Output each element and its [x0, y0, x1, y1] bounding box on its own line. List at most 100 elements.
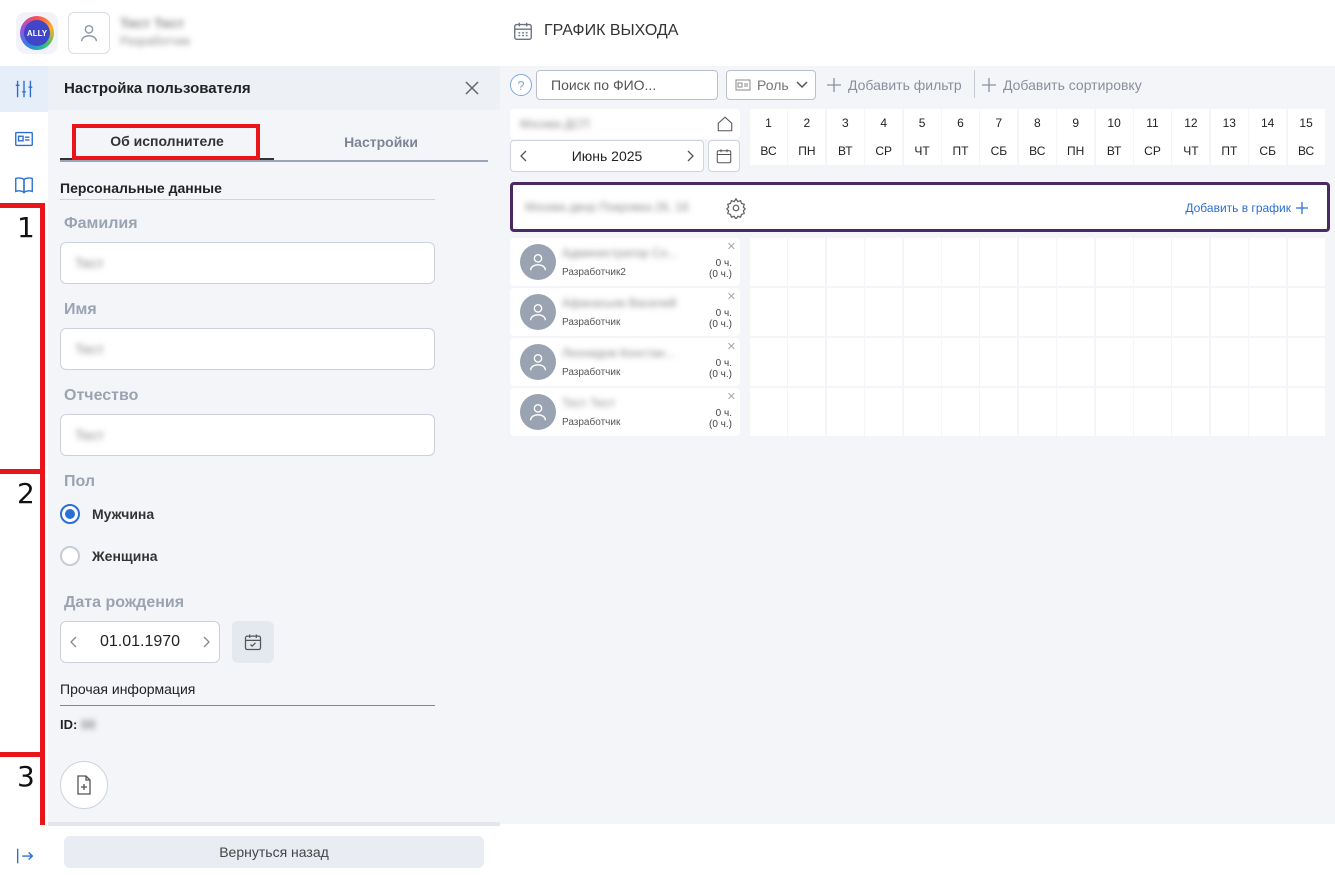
employee-row[interactable]: Леонидов Констан... Разработчик ✕ 0 ч. (0 ч.…	[510, 338, 740, 386]
schedule-cell[interactable]	[865, 288, 903, 336]
schedule-cell[interactable]	[942, 388, 979, 436]
employee-row[interactable]: Администратор Со... Разработчик2 ✕ 0 ч. (0 ч…	[510, 238, 740, 286]
add-sort-button[interactable]: Добавить сортировку	[981, 70, 1142, 100]
schedule-cell[interactable]	[1134, 388, 1171, 436]
schedule-cell[interactable]	[1057, 388, 1095, 436]
schedule-cell[interactable]	[980, 238, 1018, 286]
app-logo[interactable]: ALLY	[16, 12, 58, 54]
sidebar-item-profile[interactable]	[0, 116, 48, 162]
schedule-cell[interactable]	[826, 238, 864, 286]
name-field[interactable]: Тест	[60, 328, 435, 370]
schedule-cell[interactable]	[865, 388, 903, 436]
gender-option-male[interactable]: Мужчина	[60, 504, 154, 524]
schedule-cell[interactable]	[865, 338, 903, 386]
chevron-left-icon[interactable]	[519, 149, 529, 163]
schedule-cell[interactable]	[1287, 338, 1325, 386]
close-panel-button[interactable]	[462, 78, 482, 98]
help-button[interactable]: ?	[510, 74, 532, 96]
month-selector[interactable]: Июнь 2025	[510, 140, 704, 172]
schedule-cell[interactable]	[1095, 338, 1133, 386]
schedule-cell[interactable]	[903, 238, 941, 286]
schedule-cell[interactable]	[903, 388, 941, 436]
schedule-cell[interactable]	[980, 338, 1018, 386]
schedule-cell[interactable]	[1210, 238, 1248, 286]
schedule-cell[interactable]	[826, 288, 864, 336]
schedule-cell[interactable]	[1287, 288, 1325, 336]
schedule-cell[interactable]	[1134, 338, 1171, 386]
employee-row[interactable]: Афанасьев Василий Разработчик ✕ 0 ч. (0 ч.)	[510, 288, 740, 336]
schedule-cell[interactable]	[1095, 388, 1133, 436]
tab-about[interactable]: Об исполнителе	[60, 124, 274, 160]
schedule-cell[interactable]	[903, 288, 941, 336]
logout-button[interactable]	[12, 843, 38, 869]
schedule-cell[interactable]	[942, 238, 979, 286]
schedule-cell[interactable]	[1210, 338, 1248, 386]
schedule-cell[interactable]	[1057, 338, 1095, 386]
schedule-cell[interactable]	[1249, 288, 1287, 336]
surname-field[interactable]: Тест	[60, 242, 435, 284]
schedule-cell[interactable]	[1134, 288, 1171, 336]
schedule-cell[interactable]	[1172, 288, 1210, 336]
birthdate-calendar-button[interactable]	[232, 621, 274, 663]
chevron-right-icon[interactable]	[685, 149, 695, 163]
remove-employee-icon[interactable]: ✕	[727, 390, 736, 403]
schedule-cell[interactable]	[826, 388, 864, 436]
schedule-cell[interactable]	[1018, 388, 1056, 436]
add-filter-button[interactable]: Добавить фильтр	[826, 70, 962, 100]
schedule-cell[interactable]	[826, 338, 864, 386]
schedule-cell[interactable]	[1287, 388, 1325, 436]
schedule-cell[interactable]	[1134, 238, 1171, 286]
schedule-cell[interactable]	[1172, 388, 1210, 436]
schedule-cell[interactable]	[942, 338, 979, 386]
remove-employee-icon[interactable]: ✕	[727, 290, 736, 303]
sidebar-item-docs[interactable]	[0, 162, 48, 208]
schedule-cell[interactable]	[1018, 338, 1056, 386]
birthdate-field[interactable]: 01.01.1970	[60, 621, 220, 663]
schedule-cell[interactable]	[980, 288, 1018, 336]
schedule-cell[interactable]	[1172, 238, 1210, 286]
role-select[interactable]: Роль	[726, 70, 816, 100]
tab-settings[interactable]: Настройки	[274, 124, 488, 160]
gear-icon[interactable]	[725, 197, 747, 219]
remove-employee-icon[interactable]: ✕	[727, 240, 736, 253]
add-to-schedule-button[interactable]: Добавить в график	[1185, 201, 1309, 215]
schedule-cell[interactable]	[1249, 388, 1287, 436]
gender-option-female[interactable]: Женщина	[60, 546, 158, 566]
chevron-right-icon[interactable]	[201, 635, 211, 649]
schedule-cell[interactable]	[980, 388, 1018, 436]
schedule-cell[interactable]	[788, 238, 826, 286]
patronymic-field[interactable]: Тест	[60, 414, 435, 456]
radio-male[interactable]	[60, 504, 80, 524]
schedule-cell[interactable]	[903, 338, 941, 386]
schedule-cell[interactable]	[1172, 338, 1210, 386]
schedule-cell[interactable]	[1095, 288, 1133, 336]
employee-row[interactable]: Тест Тест Разработчик ✕ 0 ч. (0 ч.)	[510, 388, 740, 436]
schedule-cell[interactable]	[1210, 388, 1248, 436]
schedule-cell[interactable]	[1018, 288, 1056, 336]
schedule-cell[interactable]	[1210, 288, 1248, 336]
schedule-cell[interactable]	[1095, 238, 1133, 286]
schedule-cell[interactable]	[942, 288, 979, 336]
chevron-left-icon[interactable]	[69, 635, 79, 649]
add-file-button[interactable]	[60, 761, 108, 809]
schedule-cell[interactable]	[750, 388, 787, 436]
schedule-cell[interactable]	[1249, 238, 1287, 286]
schedule-cell[interactable]	[1057, 238, 1095, 286]
schedule-cell[interactable]	[1018, 238, 1056, 286]
user-avatar[interactable]	[68, 12, 110, 54]
schedule-cell[interactable]	[1249, 338, 1287, 386]
schedule-cell[interactable]	[750, 338, 787, 386]
schedule-cell[interactable]	[1057, 288, 1095, 336]
schedule-cell[interactable]	[865, 238, 903, 286]
schedule-cell[interactable]	[788, 288, 826, 336]
org-selector[interactable]: Москва ДСП	[510, 109, 740, 139]
sidebar-item-settings[interactable]	[0, 66, 48, 112]
search-input[interactable]: Поиск по ФИО...	[536, 70, 718, 100]
schedule-cell[interactable]	[788, 388, 826, 436]
home-icon[interactable]	[716, 115, 734, 133]
schedule-cell[interactable]	[750, 288, 787, 336]
month-calendar-button[interactable]	[708, 140, 740, 172]
remove-employee-icon[interactable]: ✕	[727, 340, 736, 353]
radio-female[interactable]	[60, 546, 80, 566]
schedule-cell[interactable]	[788, 338, 826, 386]
